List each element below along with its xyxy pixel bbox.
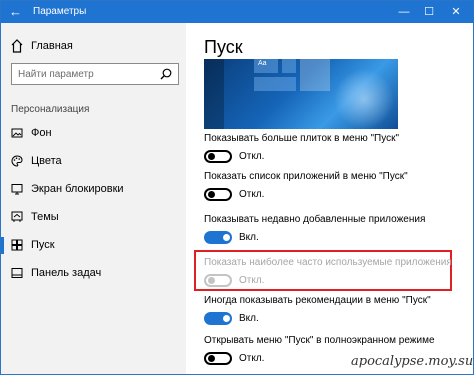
toggle-knob [208, 153, 215, 160]
sidebar-item-themes[interactable]: Темы [1, 207, 186, 229]
setting-description: Показать наиболее часто используемые при… [204, 257, 452, 268]
toggle-knob [208, 191, 215, 198]
sidebar-item-start[interactable]: Пуск [1, 235, 186, 257]
home-icon [11, 39, 23, 53]
toggle-state: Откл. [239, 151, 265, 162]
setting-description: Иногда показывать рекомендации в меню "П… [204, 295, 431, 306]
home-label: Главная [31, 40, 73, 52]
setting-description: Показать список приложений в меню "Пуск" [204, 171, 408, 182]
sidebar-item-background[interactable]: Фон [1, 123, 186, 145]
sidebar-item-label: Экран блокировки [31, 183, 124, 195]
maximize-button[interactable]: ☐ [414, 1, 444, 23]
sidebar-item-taskbar[interactable]: Панель задач [1, 263, 186, 285]
toggle-knob [208, 355, 215, 362]
preview-sidebar [204, 59, 224, 129]
toggle-switch[interactable] [204, 274, 232, 287]
toggle-switch[interactable] [204, 188, 232, 201]
page-title: Пуск [204, 37, 243, 57]
toggle-knob [223, 315, 230, 322]
sidebar-item-label: Пуск [31, 239, 55, 251]
sidebar-item-label: Панель задач [31, 267, 102, 279]
toggle-state: Вкл. [239, 232, 259, 243]
watermark: apocalypse.moy.su [351, 354, 474, 369]
setting-description: Показывать больше плиток в меню "Пуск" [204, 133, 400, 144]
toggle-switch[interactable] [204, 312, 232, 325]
image-icon [11, 128, 23, 138]
sidebar: Главная Найти параметр Персонализация Фо… [1, 23, 186, 374]
search-placeholder: Найти параметр [18, 69, 94, 80]
title-bar: ← Параметры — ☐ ✕ [1, 1, 473, 23]
preview-tile [254, 77, 296, 91]
sidebar-item-label: Фон [31, 127, 52, 139]
toggle-switch[interactable] [204, 352, 232, 365]
toggle-knob [223, 234, 230, 241]
settings-window: ← Параметры — ☐ ✕ Главная Найти параметр… [0, 0, 474, 375]
main-content: Пуск Aa Показывать больше плиток в меню … [186, 23, 473, 374]
toggle-switch[interactable] [204, 231, 232, 244]
window-title: Параметры [33, 6, 87, 17]
toggle-knob [208, 277, 215, 284]
sidebar-item-lock-screen[interactable]: Экран блокировки [1, 179, 186, 201]
toggle-state: Откл. [239, 275, 265, 286]
sidebar-item-colors[interactable]: Цвета [1, 151, 186, 173]
toggle-switch[interactable] [204, 150, 232, 163]
sidebar-item-label: Темы [31, 211, 59, 223]
sidebar-item-label: Цвета [31, 155, 62, 167]
preview-tile: Aa [254, 59, 278, 73]
toggle-state: Вкл. [239, 313, 259, 324]
search-input[interactable]: Найти параметр [11, 63, 179, 85]
active-marker [1, 237, 4, 254]
preview-tile-text: Aa [258, 60, 267, 67]
palette-icon [11, 155, 23, 167]
brush-icon [11, 211, 23, 222]
toggle-state: Откл. [239, 353, 265, 364]
setting-description: Показывать недавно добавленные приложени… [204, 214, 426, 225]
start-preview-image: Aa [204, 59, 398, 129]
preview-glow [324, 69, 398, 129]
toggle-state: Откл. [239, 189, 265, 200]
search-icon[interactable] [160, 68, 172, 80]
close-button[interactable]: ✕ [441, 1, 471, 23]
setting-description: Открывать меню "Пуск" в полноэкранном ре… [204, 335, 435, 346]
back-arrow-icon[interactable]: ← [9, 4, 23, 20]
taskbar-icon [11, 268, 23, 278]
section-title: Персонализация [11, 104, 90, 115]
start-icon [11, 239, 23, 251]
preview-tile [282, 59, 296, 73]
lock-screen-icon [11, 184, 23, 195]
